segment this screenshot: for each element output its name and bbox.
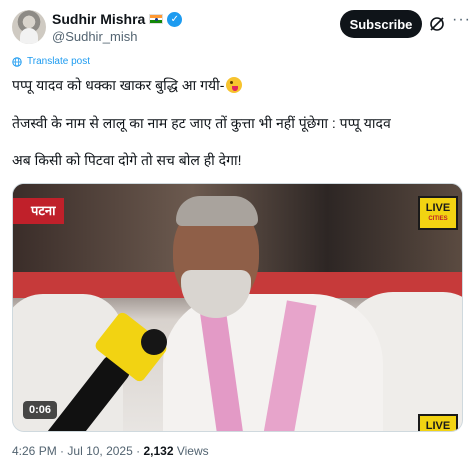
views-count: 2,132 [143, 444, 174, 458]
subscribe-button[interactable]: Subscribe [340, 10, 422, 38]
post-text-line-1-content: पप्पू यादव को धक्का खाकर बुद्धि आ गयी- [12, 77, 225, 93]
microphone-head [141, 329, 167, 355]
author-handle[interactable]: @Sudhir_mish [52, 29, 137, 44]
post-text-line-3: अब किसी को पिटवा दोगे तो सच बोल ही देगा! [12, 152, 242, 168]
post-meta: 4:26 PM · Jul 10, 2025 · 2,132 Views [12, 444, 209, 458]
video-duration: 0:06 [23, 401, 58, 419]
translate-post-link[interactable]: Translate post [12, 56, 90, 67]
location-pin-icon [13, 198, 29, 224]
live-cities-logo: LIVE CITIES [418, 196, 458, 230]
live-logo-sub: CITIES [428, 216, 448, 222]
video-person-hair [176, 196, 258, 226]
post-header: Sudhir Mishra ✓ @Sudhir_mish Subscribe ·… [12, 8, 470, 48]
post-date[interactable]: Jul 10, 2025 [67, 444, 132, 458]
zany-face-emoji-icon [226, 77, 243, 93]
more-options-icon[interactable]: ··· [452, 11, 471, 29]
location-label: पटना [29, 198, 64, 224]
video-player[interactable]: पटना LIVE CITIES LIVE 0:06 [12, 183, 463, 432]
meta-separator: · [60, 444, 65, 458]
translate-post-label[interactable]: Translate post [27, 56, 90, 67]
avatar[interactable] [12, 10, 46, 44]
live-cities-logo-bottom: LIVE [418, 414, 458, 432]
location-tag: पटना [13, 198, 64, 224]
grok-icon[interactable] [428, 15, 446, 33]
live-logo-text: LIVE [425, 202, 451, 214]
verified-badge-icon: ✓ [167, 11, 183, 27]
author-name-row: Sudhir Mishra ✓ [52, 11, 183, 27]
globe-icon [12, 56, 22, 67]
views-label: Views [176, 444, 209, 458]
post-text-line-1: पप्पू यादव को धक्का खाकर बुद्धि आ गयी- [12, 76, 243, 95]
india-flag-icon [149, 14, 164, 24]
post-text-line-2: तेजस्वी के नाम से लालू का नाम हट जाए तों… [12, 115, 391, 131]
post-time[interactable]: 4:26 PM [12, 444, 57, 458]
meta-separator-2: · [136, 444, 141, 458]
live-logo-bottom-text: LIVE [425, 420, 451, 432]
author-name[interactable]: Sudhir Mishra [52, 11, 145, 27]
